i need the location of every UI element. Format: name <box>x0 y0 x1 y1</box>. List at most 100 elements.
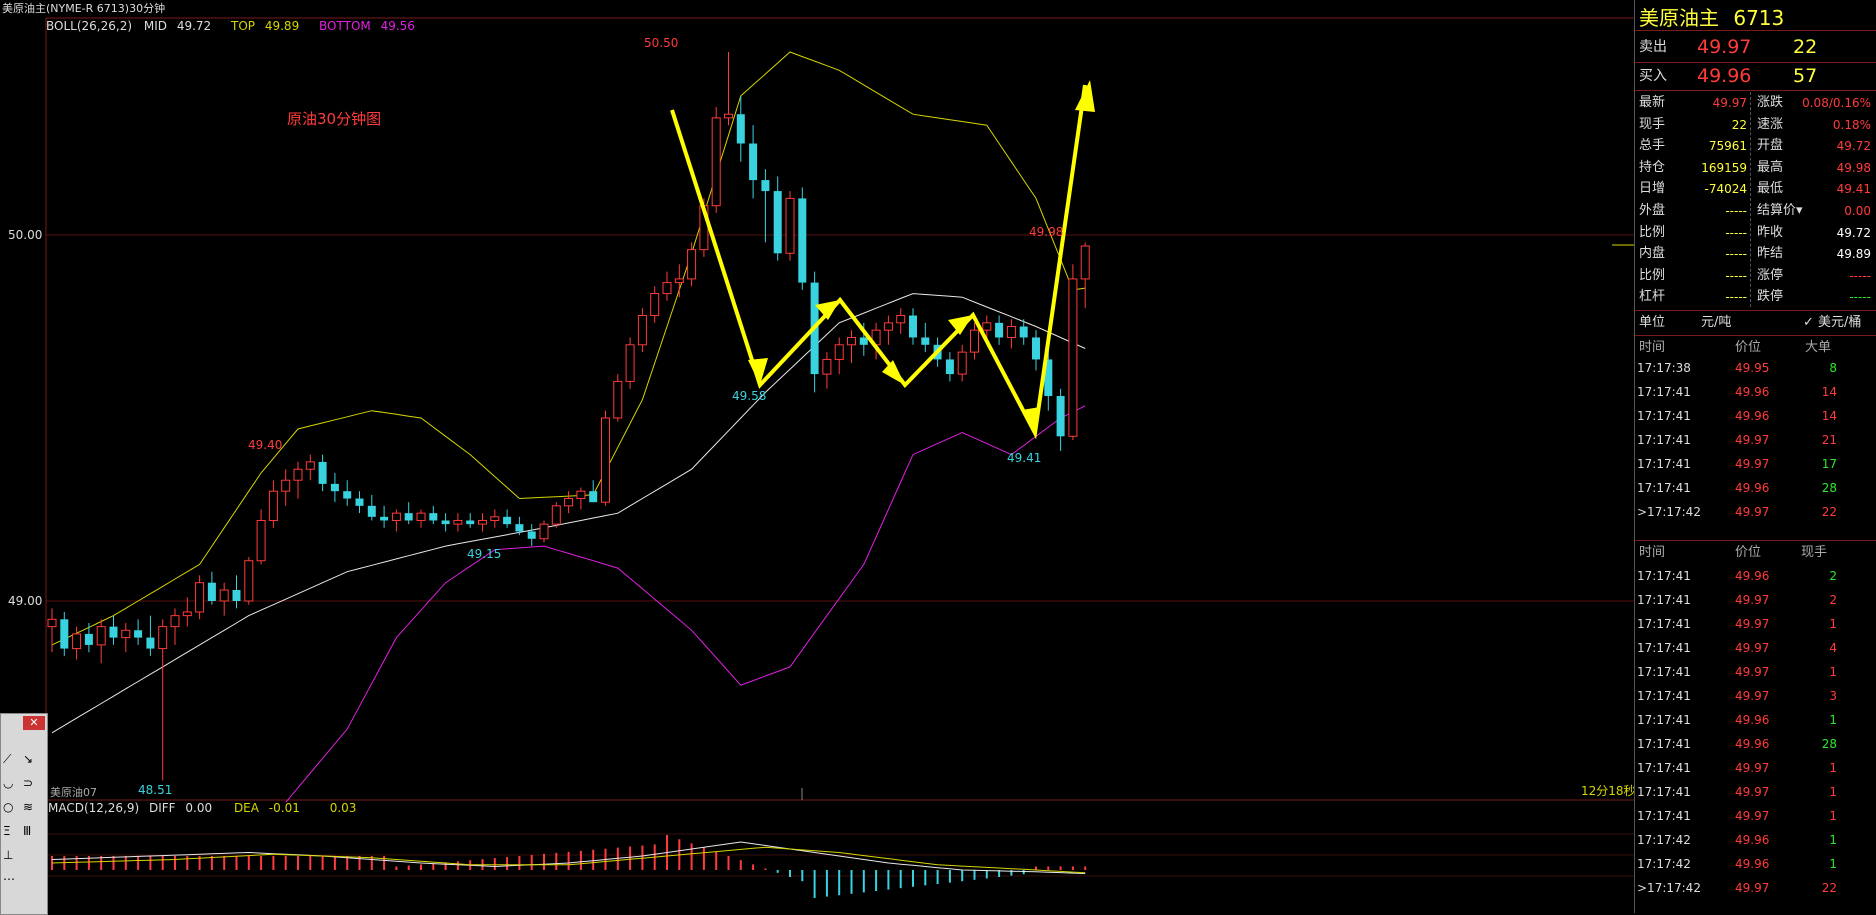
candle-down <box>60 619 69 649</box>
stat-label: 最低 <box>1757 181 1784 197</box>
col-qty: 现手 <box>1801 545 1828 560</box>
toolbox-close-button[interactable]: ✕ <box>23 716 45 730</box>
trade-price: 49.96 <box>1735 857 1770 871</box>
trade-time: 17:17:41 <box>1637 713 1691 727</box>
unit-alt-checkbox[interactable]: ✓ 美元/桶 <box>1803 312 1861 334</box>
window-title: 美原油主(NYME-R 6713)30分钟 <box>2 2 166 15</box>
trade-qty: 3 <box>1829 689 1837 703</box>
line-tool-icon[interactable]: ⟋ <box>3 752 11 767</box>
candle-down <box>330 483 339 492</box>
stat-row: 外盘 ----- 结算价▾ 0.00 <box>1635 201 1876 221</box>
kline-chart-svg[interactable] <box>0 0 1634 913</box>
zigzag-arrow-path <box>670 84 1087 440</box>
trade-price: 49.96 <box>1735 481 1770 495</box>
candle-down <box>859 337 868 345</box>
candle-down <box>207 582 216 601</box>
gann-tool-icon[interactable]: Ⅲ <box>23 824 31 838</box>
panel-title: 美原油主 6713 <box>1635 2 1876 30</box>
ray-tool-icon[interactable]: ↘ <box>23 752 33 766</box>
boll-label: BOLL(26,26,2) <box>46 19 133 33</box>
unit-row[interactable]: 单位 元/吨 ✓ 美元/桶 <box>1635 312 1876 334</box>
candle-up <box>883 322 893 331</box>
trade-time: 17:17:41 <box>1637 761 1691 775</box>
candle-up <box>662 282 672 295</box>
stat-value: 49.72 <box>1836 225 1871 240</box>
candle-up <box>1080 245 1090 280</box>
candle-up <box>613 380 623 419</box>
stat-label: 日增 <box>1639 181 1666 197</box>
stat-label[interactable]: 结算价▾ <box>1757 201 1803 221</box>
trade-qty: 28 <box>1821 481 1837 495</box>
trade-qty: 22 <box>1821 505 1837 519</box>
candle-up <box>625 344 635 382</box>
kline-chart-area[interactable]: BOLL(26,26,2) MID 49.72 TOP 49.89 BOTTOM… <box>0 0 1636 913</box>
candle-up <box>970 329 979 353</box>
trade-row: 17:17:41 49.97 1 <box>1635 780 1876 804</box>
bid-label: 买入 <box>1639 68 1667 84</box>
mark-49-41: 49.41 <box>1007 451 1042 465</box>
trade-price: 49.97 <box>1735 881 1770 895</box>
trade-row: 17:17:41 49.96 1 <box>1635 708 1876 732</box>
trade-time: 17:17:38 <box>1637 361 1691 375</box>
stat-row: 比例 ----- 涨停 ----- <box>1635 266 1876 286</box>
ask-row: 卖出 49.97 22 <box>1635 34 1876 60</box>
candle-up <box>601 417 610 503</box>
trade-row: >17:17:42 49.97 22 <box>1635 876 1876 900</box>
candle-up <box>1006 326 1016 338</box>
stat-label: 涨停 <box>1757 267 1784 283</box>
trade-price: 49.97 <box>1735 617 1770 631</box>
candle-down <box>945 359 954 375</box>
text-tool-icon[interactable]: ⋯ <box>3 872 15 886</box>
bid-qty: 57 <box>1793 65 1818 87</box>
trade-time: 17:17:42 <box>1637 857 1691 871</box>
contract-footer: 美原油07 <box>50 786 97 799</box>
trade-price: 49.97 <box>1735 505 1770 519</box>
stat-row: 持仓 169159 最高 49.98 <box>1635 158 1876 178</box>
trade-time: 17:17:41 <box>1637 641 1691 655</box>
trade-time: 17:17:41 <box>1637 785 1691 799</box>
stat-row: 总手 75961 开盘 49.72 <box>1635 136 1876 156</box>
trade-price: 49.97 <box>1735 809 1770 823</box>
col-price: 价位 <box>1735 545 1762 560</box>
candle-down <box>736 114 745 144</box>
trade-qty: 1 <box>1829 857 1837 871</box>
stat-label: 比例 <box>1639 267 1666 283</box>
trade-time: 17:17:41 <box>1637 433 1691 447</box>
instrument-code: 6713 <box>1733 6 1785 30</box>
stat-value: 0.08/0.16% <box>1802 96 1871 110</box>
col-time: 时间 <box>1639 340 1666 355</box>
macd-legend: MACD(12,26,9) DIFF 0.00 DEA -0.01 0.03 <box>48 801 356 815</box>
instrument-name: 美原油主 <box>1639 6 1719 30</box>
macd-value: 0.03 <box>329 801 357 815</box>
candle-down <box>441 520 450 525</box>
curve-tool-icon[interactable]: ◡ <box>3 776 13 790</box>
boll-top-label: TOP <box>231 19 256 33</box>
candle-up <box>478 519 487 525</box>
trade-row: 17:17:41 49.96 14 <box>1635 380 1876 404</box>
candle-up <box>551 505 561 525</box>
arc-tool-icon[interactable]: ⊃ <box>23 776 33 790</box>
stat-label: 总手 <box>1639 138 1666 154</box>
trade-time: 17:17:41 <box>1637 409 1691 423</box>
trade-time: 17:17:41 <box>1637 617 1691 631</box>
trade-time: 17:17:41 <box>1637 481 1691 495</box>
candle-up <box>847 336 856 346</box>
trade-qty: 28 <box>1821 737 1837 751</box>
candle-down <box>404 513 413 521</box>
boll-top-value: 49.89 <box>264 19 300 33</box>
fib-tool-icon[interactable]: Ξ <box>3 824 11 838</box>
ellipse-tool-icon[interactable]: ○ <box>3 800 13 814</box>
trade-row: 17:17:41 49.96 14 <box>1635 404 1876 428</box>
measure-tool-icon[interactable]: ⊥ <box>3 848 13 862</box>
trade-qty: 4 <box>1829 641 1837 655</box>
candle-down <box>503 516 512 525</box>
unit-value[interactable]: 元/吨 <box>1701 312 1731 334</box>
candle-up <box>219 589 229 602</box>
boll-legend: BOLL(26,26,2) MID 49.72 TOP 49.89 BOTTOM… <box>46 19 415 33</box>
stat-row: 最新 49.97 涨跌 0.08/0.16% <box>1635 93 1876 113</box>
stat-label: 现手 <box>1639 116 1666 132</box>
channel-tool-icon[interactable]: ≋ <box>23 800 33 814</box>
drawing-toolbox[interactable]: ✕ ⟋ ↘ ◡ ⊃ ○ ≋ Ξ Ⅲ ⊥ ⋯ <box>0 713 48 915</box>
stat-value: 22 <box>1731 117 1747 132</box>
ask-qty: 22 <box>1793 36 1818 58</box>
